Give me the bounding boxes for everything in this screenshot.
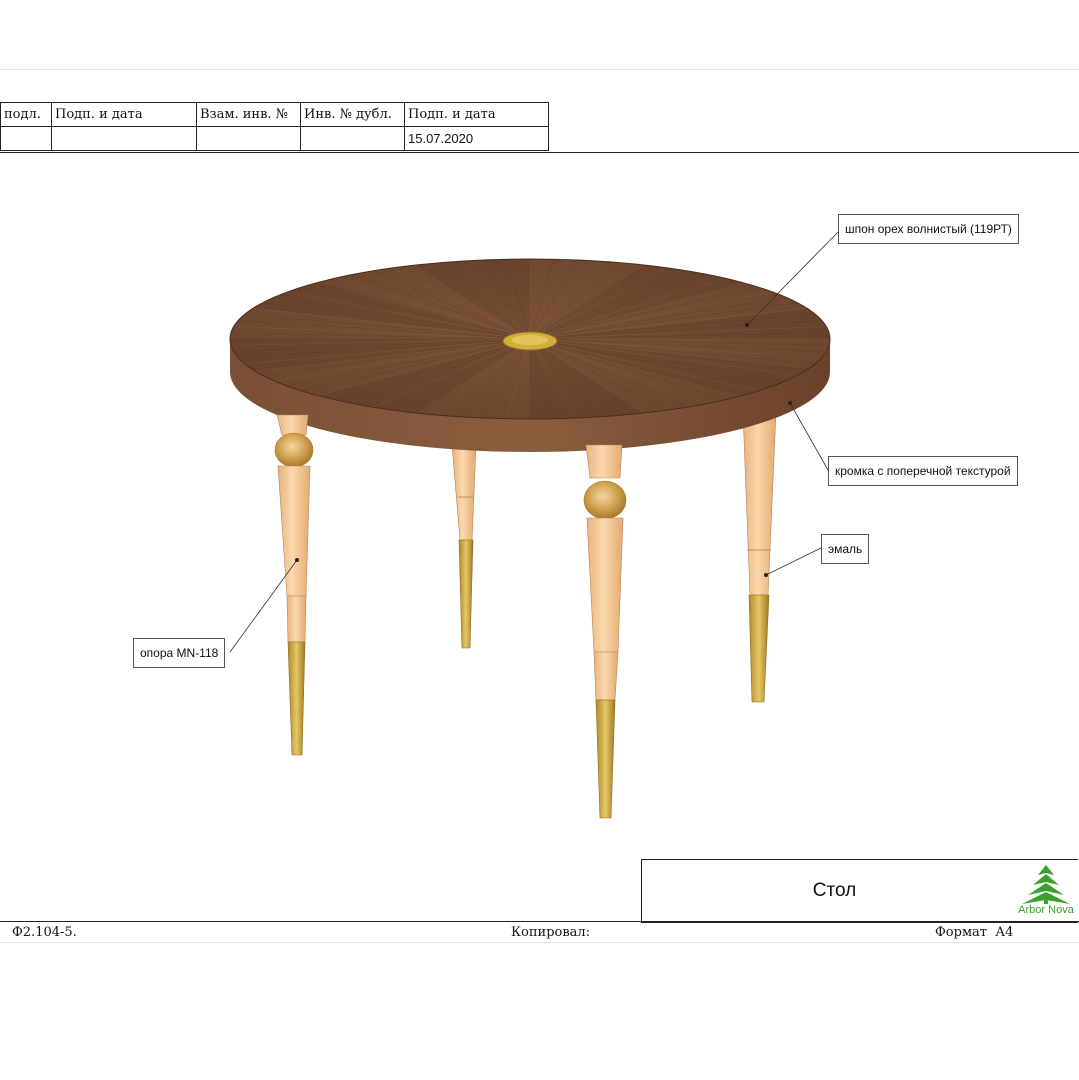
callout-leg: опора MN-118: [133, 638, 226, 668]
format-value: А4: [995, 925, 1014, 940]
leader-dot: [764, 573, 768, 577]
back-leg-left: [451, 444, 477, 649]
stamp-header-cell: подл.: [0, 102, 52, 127]
stamp-header-cell: Подп. и дата: [51, 102, 197, 127]
footer-top-border: [0, 921, 1079, 922]
stamp-date-cell: 15.07.2020: [404, 126, 549, 151]
front-leg-right: [583, 444, 627, 819]
back-leg-right: [742, 411, 777, 703]
leader-dot: [295, 558, 299, 562]
callout-edge: кромка с поперечной текстурой: [828, 456, 1018, 486]
front-leg-left: [274, 414, 314, 756]
format-label-text: Формат: [935, 925, 987, 940]
callout-veneer: шпон орех волнистый (119РТ): [838, 214, 1019, 244]
table-drawing: [229, 231, 839, 819]
stamp-header-cell: Инв. № дубл.: [300, 102, 405, 127]
stamp-value-row: 15.07.2020: [0, 126, 549, 151]
stamp-header-cell: Подп. и дата: [404, 102, 549, 127]
form-code: Ф2.104-5.: [12, 925, 77, 940]
stamp-header-cell: Взам. инв. №: [196, 102, 301, 127]
tabletop: [229, 258, 831, 452]
approval-stamp-table: подл. Подп. и дата Взам. инв. № Инв. № д…: [0, 102, 549, 151]
footer-bottom-border: [0, 942, 1079, 943]
logo-text: Arbor Nova: [1018, 904, 1074, 916]
stamp-value-cell: [196, 126, 301, 151]
callout-enamel: эмаль: [821, 534, 870, 564]
stamp-value-cell: [0, 126, 52, 151]
copied-label: Копировал:: [511, 925, 591, 940]
title-block: Стол Arbor Nova: [641, 859, 1078, 923]
stamp-header-row: подл. Подп. и дата Взам. инв. № Инв. № д…: [0, 102, 549, 127]
stamp-value-cell: [51, 126, 197, 151]
leader-dot: [788, 401, 792, 405]
drawing-title: Стол: [812, 880, 857, 901]
format-label: Формат А4: [935, 925, 1013, 940]
leader-dot: [745, 323, 749, 327]
page-top-border: [0, 69, 1079, 70]
stamp-value-cell: [300, 126, 405, 151]
